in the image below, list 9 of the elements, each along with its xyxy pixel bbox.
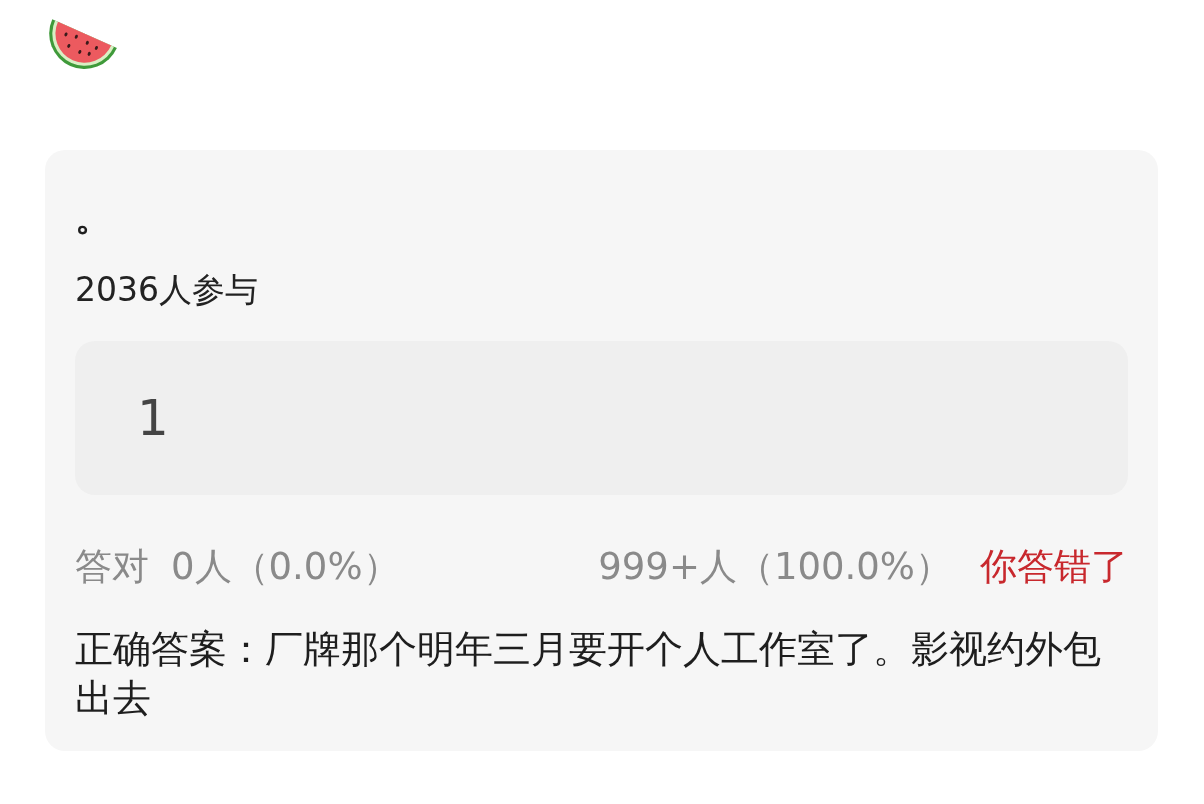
correct-count: 0人（0.0%）	[171, 544, 400, 590]
answer-box: 1	[75, 341, 1128, 495]
watermelon-icon	[48, 18, 118, 70]
result-text: 你答错了	[980, 544, 1128, 590]
question-title: 。	[75, 196, 112, 240]
participant-count: 2036人参与	[75, 269, 259, 311]
correct-answer-text: 正确答案：厂牌那个明年三月要开个人工作室了。影视约外包出去	[75, 626, 1102, 722]
answer-count: 999+人（100.0%）	[598, 544, 952, 590]
correct-label: 答对	[75, 544, 149, 590]
